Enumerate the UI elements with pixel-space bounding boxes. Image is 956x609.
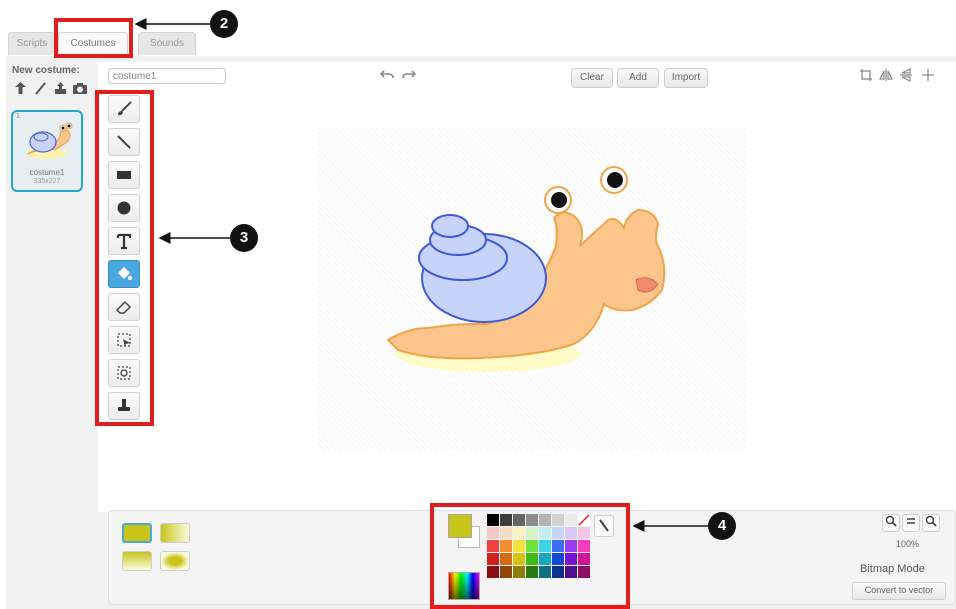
set-center-icon[interactable] bbox=[920, 68, 936, 84]
flip-horizontal-icon[interactable] bbox=[878, 68, 894, 84]
zoom-in-icon bbox=[925, 515, 937, 527]
flip-vertical-icon[interactable] bbox=[898, 68, 914, 84]
drawing-canvas[interactable] bbox=[318, 128, 746, 450]
convert-to-vector-button[interactable]: Convert to vector bbox=[852, 582, 946, 600]
costume-name-input[interactable] bbox=[108, 68, 226, 84]
paint-brush-icon[interactable] bbox=[32, 80, 48, 96]
equals-icon bbox=[907, 518, 915, 524]
costume-name: costume1 bbox=[29, 168, 65, 177]
new-costume-label: New costume: bbox=[12, 65, 80, 76]
highlight-box-tools bbox=[95, 90, 154, 426]
sprite-library-icon[interactable] bbox=[12, 80, 28, 96]
tab-sounds[interactable]: Sounds bbox=[138, 32, 196, 55]
highlight-box-palette bbox=[430, 503, 630, 609]
zoom-out-icon bbox=[885, 515, 897, 527]
new-costume-toolbar bbox=[12, 80, 88, 100]
fill-solid-option[interactable] bbox=[122, 523, 152, 543]
clear-button[interactable]: Clear bbox=[571, 68, 613, 88]
zoom-level: 100% bbox=[896, 539, 920, 549]
add-button[interactable]: Add bbox=[617, 68, 659, 88]
undo-icon[interactable] bbox=[379, 68, 394, 85]
costume-number: 1 bbox=[16, 113, 20, 120]
tab-bar: Scripts Costumes Sounds bbox=[6, 30, 956, 56]
callout-4: 4 bbox=[708, 512, 736, 540]
costume-size: 335x227 bbox=[33, 178, 61, 185]
costume-thumbnail[interactable]: 1 costume1 335x227 bbox=[11, 110, 83, 192]
fill-vertical-gradient-option[interactable] bbox=[122, 551, 152, 571]
zoom-in-button[interactable] bbox=[922, 514, 940, 532]
redo-icon[interactable] bbox=[402, 68, 417, 85]
highlight-box-costumes-tab bbox=[54, 18, 133, 58]
callout-3: 3 bbox=[230, 224, 258, 252]
fill-horizontal-gradient-option[interactable] bbox=[160, 523, 190, 543]
crop-icon[interactable] bbox=[858, 68, 874, 84]
zoom-out-button[interactable] bbox=[882, 514, 900, 532]
snail-drawing bbox=[386, 166, 666, 372]
fill-radial-gradient-option[interactable] bbox=[160, 551, 190, 571]
import-button[interactable]: Import bbox=[664, 68, 708, 88]
costume-thumbnail-image bbox=[26, 122, 73, 159]
upload-icon[interactable] bbox=[52, 80, 68, 96]
mode-label: Bitmap Mode bbox=[860, 563, 925, 575]
zoom-reset-button[interactable] bbox=[902, 514, 920, 532]
camera-icon[interactable] bbox=[72, 80, 88, 96]
tab-scripts[interactable]: Scripts bbox=[8, 32, 56, 55]
callout-2: 2 bbox=[210, 10, 238, 38]
